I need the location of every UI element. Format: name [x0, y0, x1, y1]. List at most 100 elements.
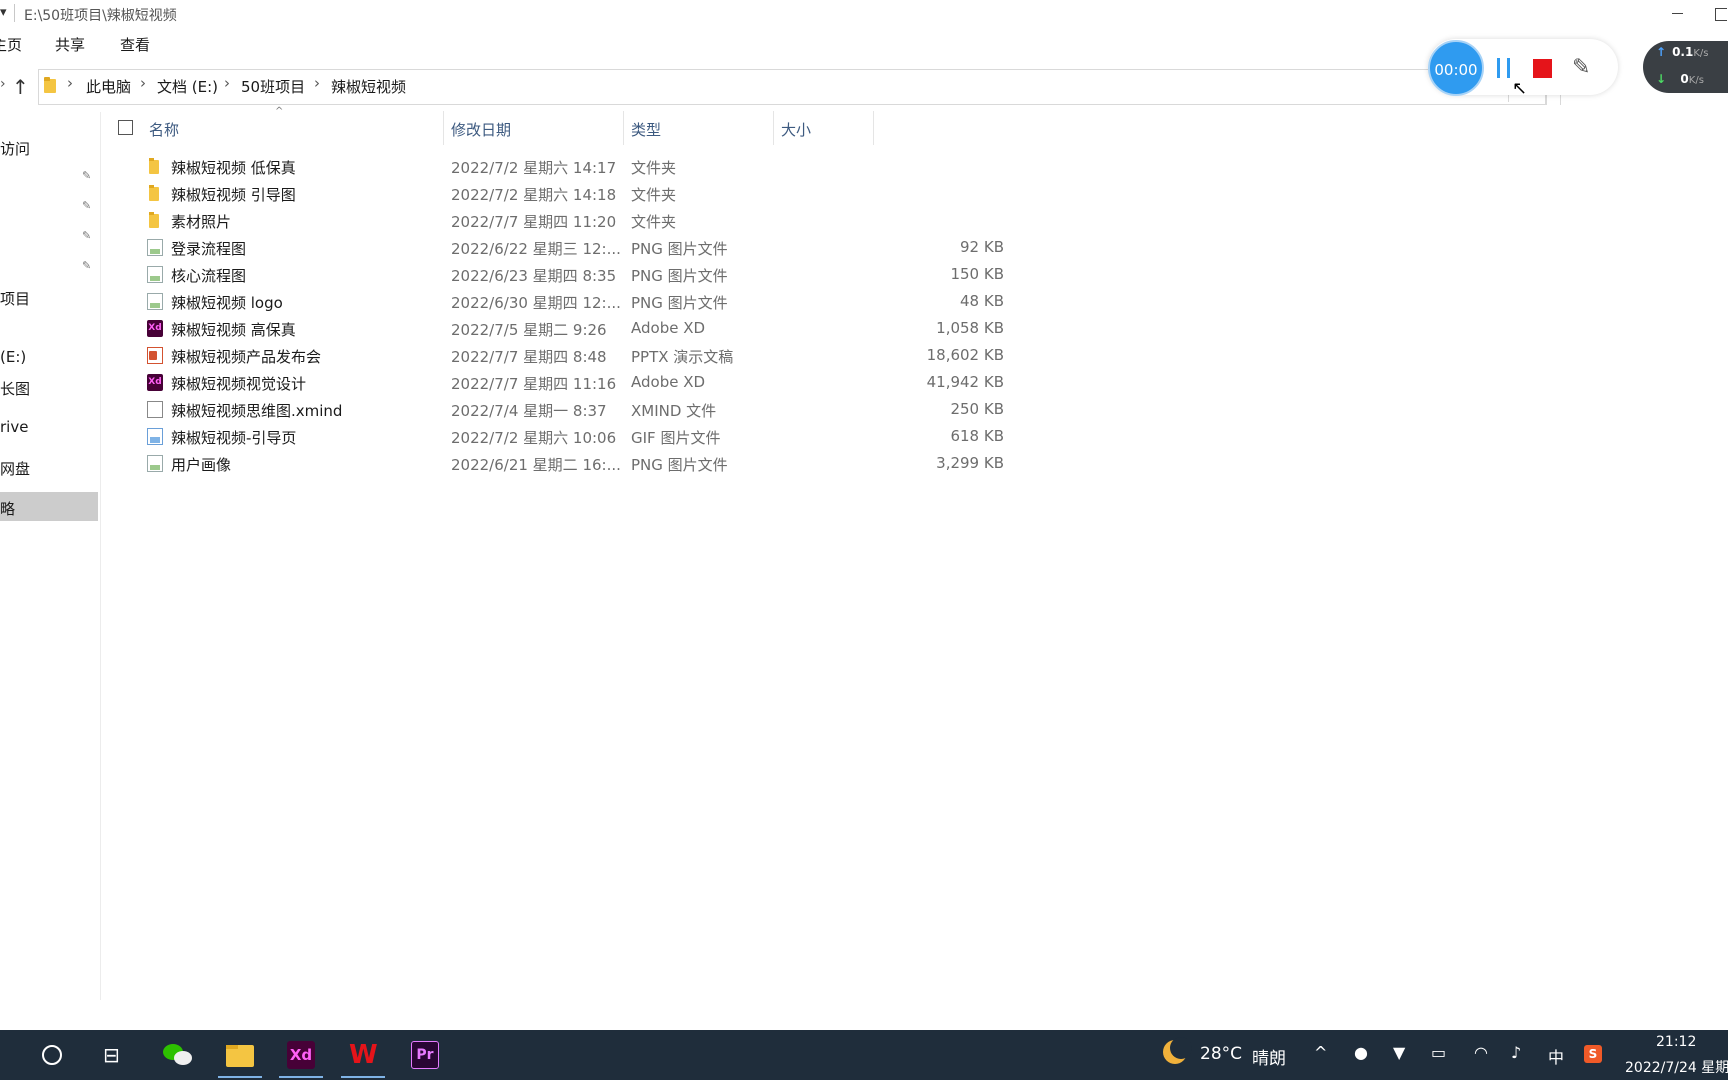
column-divider[interactable] — [443, 111, 444, 145]
file-name: 用户画像 — [171, 456, 232, 474]
gif-file-icon — [147, 428, 163, 445]
nav-item-project[interactable]: 项目 — [0, 288, 30, 309]
input-method-indicator[interactable]: 中 — [1548, 1044, 1564, 1068]
pin-icon: ✎ — [82, 199, 92, 212]
file-row[interactable]: 辣椒短视频-引导页 2022/7/2 星期六 10:06 GIF 图片文件 618 K… — [140, 423, 1004, 450]
file-row[interactable]: 核心流程图 2022/6/23 星期四 8:35 PNG 图片文件 150 KB — [140, 261, 1004, 288]
chevron-right-icon[interactable]: › — [140, 74, 146, 92]
stop-icon[interactable] — [1533, 59, 1552, 78]
column-header-type[interactable]: 类型 — [631, 119, 661, 140]
menu-home[interactable]: 主页 — [0, 34, 22, 55]
png-file-icon — [147, 239, 163, 256]
file-row[interactable]: 辣椒短视频产品发布会 2022/7/7 星期四 8:48 PPTX 演示文稿 18,6… — [140, 342, 1004, 369]
nav-item-netdisk[interactable]: 网盘 — [0, 458, 30, 479]
sogou-input-icon[interactable]: S — [1584, 1045, 1602, 1063]
breadcrumb-this-pc[interactable]: 此电脑 — [86, 76, 131, 97]
file-size: 3,299 KB — [936, 454, 1004, 472]
file-row[interactable]: Xd 辣椒短视频 高保真 2022/7/5 星期二 9:26 Adobe XD 1,05… — [140, 315, 1004, 342]
battery-icon[interactable]: ▭ — [1431, 1043, 1446, 1062]
up-arrow-icon[interactable]: ↑ — [12, 75, 29, 99]
file-type: PNG 图片文件 — [631, 240, 728, 258]
file-modified-date: 2022/7/4 星期一 8:37 — [451, 402, 607, 420]
file-size: 92 KB — [960, 238, 1004, 256]
chevron-right-icon[interactable]: › — [224, 74, 230, 92]
column-header-name[interactable]: 名称 — [149, 119, 179, 140]
file-row[interactable]: 辣椒短视频 logo 2022/6/30 星期四 12:... PNG 图片文件 48… — [140, 288, 1004, 315]
file-row[interactable]: 辣椒短视频 低保真 2022/7/2 星期六 14:17 文件夹 — [140, 153, 870, 180]
file-type: 文件夹 — [631, 213, 677, 231]
png-file-icon — [147, 266, 163, 283]
weather-temperature[interactable]: 28°C — [1200, 1044, 1242, 1064]
column-divider[interactable] — [773, 111, 774, 145]
clock-date[interactable]: 2022/7/24 星期 — [1625, 1057, 1728, 1077]
file-name: 辣椒短视频产品发布会 — [171, 348, 322, 366]
shield-icon[interactable]: ▼ — [1393, 1043, 1405, 1062]
file-row[interactable]: 登录流程图 2022/6/22 星期三 12:... PNG 图片文件 92 KB — [140, 234, 1004, 261]
chevron-right-icon[interactable]: › — [67, 74, 73, 92]
file-modified-date: 2022/7/7 星期四 8:48 — [451, 348, 607, 366]
wifi-icon[interactable]: ◠ — [1474, 1043, 1488, 1062]
clock-time[interactable]: 21:12 — [1656, 1034, 1696, 1050]
column-divider[interactable] — [623, 111, 624, 145]
upload-speed: ↑ 0.1K/s — [1656, 45, 1709, 59]
file-row[interactable]: 用户画像 2022/6/21 星期二 16:... PNG 图片文件 3,299 KB — [140, 450, 1004, 477]
file-name: 辣椒短视频 低保真 — [171, 159, 296, 177]
breadcrumb-project[interactable]: 50班项目 — [241, 76, 305, 97]
select-all-checkbox[interactable] — [118, 120, 133, 135]
adobe-xd-icon[interactable]: Xd — [279, 1041, 323, 1078]
back-arrow-icon[interactable]: › — [0, 76, 6, 92]
pen-icon[interactable]: ✎ — [1572, 55, 1590, 80]
pause-icon[interactable] — [1497, 58, 1511, 78]
menu-share[interactable]: 共享 — [55, 34, 85, 55]
wps-icon[interactable]: W — [341, 1041, 385, 1078]
navigation-pane — [0, 112, 101, 1000]
nav-item-quick-access[interactable]: 访问 — [0, 138, 30, 159]
nav-item-long-image[interactable]: 长图 — [0, 378, 30, 399]
menu-view[interactable]: 查看 — [120, 34, 150, 55]
file-type: PPTX 演示文稿 — [631, 348, 734, 366]
nav-item-drive-e[interactable]: (E:) — [0, 348, 26, 366]
file-size: 41,942 KB — [926, 373, 1004, 391]
minimize-button[interactable] — [1658, 0, 1698, 28]
sort-ascending-icon: ^ — [275, 106, 284, 117]
pptx-file-icon — [147, 347, 163, 364]
speaker-icon[interactable]: ♪ — [1511, 1043, 1521, 1062]
task-view-icon[interactable]: ⊟ — [103, 1043, 120, 1067]
file-type: Adobe XD — [631, 373, 706, 391]
png-file-icon — [147, 455, 163, 472]
breadcrumb-drive-e[interactable]: 文档 (E:) — [157, 76, 218, 97]
nav-item-network[interactable]: 略 — [0, 498, 15, 519]
wechat-icon[interactable] — [163, 1041, 192, 1069]
breadcrumb-current-folder[interactable]: 辣椒短视频 — [331, 76, 406, 97]
png-file-icon — [147, 293, 163, 310]
file-modified-date: 2022/6/22 星期三 12:... — [451, 240, 621, 258]
chevron-up-icon[interactable]: ^ — [1314, 1043, 1327, 1062]
xd-file-icon: Xd — [147, 320, 163, 337]
microphone-icon[interactable]: ● — [1354, 1043, 1368, 1062]
mouse-cursor-icon: ↖ — [1512, 78, 1528, 99]
file-name: 核心流程图 — [171, 267, 247, 285]
column-header-size[interactable]: 大小 — [781, 119, 811, 140]
file-modified-date: 2022/7/7 星期四 11:20 — [451, 213, 617, 231]
moon-weather-icon[interactable] — [1163, 1037, 1192, 1064]
cortana-search-icon[interactable] — [42, 1045, 62, 1065]
file-type: PNG 图片文件 — [631, 456, 728, 474]
nav-item-onedrive[interactable]: rive — [0, 418, 28, 436]
file-row[interactable]: 辣椒短视频思维图.xmind 2022/7/4 星期一 8:37 XMIND 文件 2… — [140, 396, 1004, 423]
file-row[interactable]: 素材照片 2022/7/7 星期四 11:20 文件夹 — [140, 207, 870, 234]
weather-description[interactable]: 晴朗 — [1252, 1044, 1286, 1069]
column-divider[interactable] — [873, 111, 874, 145]
chevron-right-icon[interactable]: › — [314, 74, 320, 92]
column-header-date[interactable]: 修改日期 — [451, 119, 511, 140]
file-type: Adobe XD — [631, 319, 706, 337]
file-name: 辣椒短视频 引导图 — [171, 186, 296, 204]
pin-icon: ✎ — [82, 259, 92, 272]
file-name: 辣椒短视频视觉设计 — [171, 375, 307, 393]
file-size: 18,602 KB — [926, 346, 1004, 364]
premiere-pro-icon[interactable]: Pr — [411, 1041, 439, 1069]
file-row[interactable]: 辣椒短视频 引导图 2022/7/2 星期六 14:18 文件夹 — [140, 180, 870, 207]
quick-access-dropdown-icon[interactable]: ▾ — [0, 5, 7, 20]
file-row[interactable]: Xd 辣椒短视频视觉设计 2022/7/7 星期四 11:16 Adobe XD 41,… — [140, 369, 1004, 396]
download-arrow-icon: ↓ — [1656, 72, 1667, 86]
maximize-button[interactable] — [1705, 0, 1728, 28]
